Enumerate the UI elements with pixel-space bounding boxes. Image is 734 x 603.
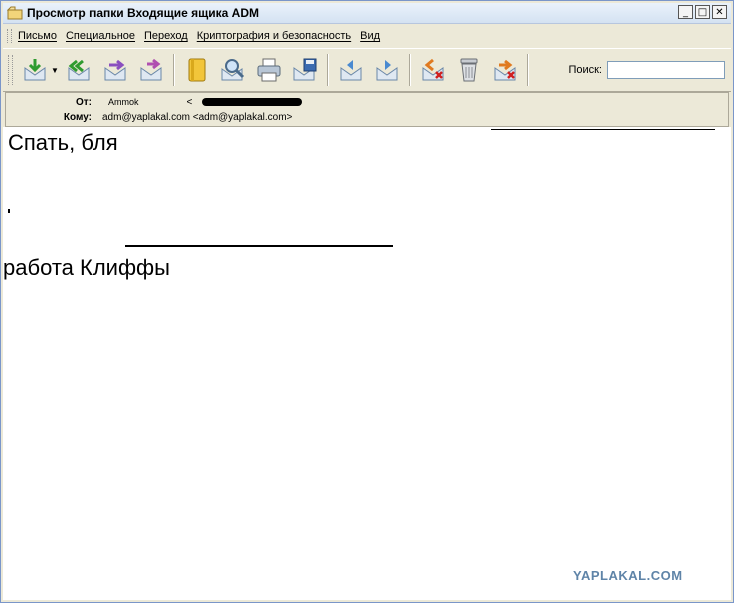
forward-inline-button[interactable]: [135, 54, 167, 86]
close-button[interactable]: ✕: [712, 5, 727, 19]
redacted-address: [202, 98, 303, 106]
folder-icon: [7, 6, 23, 20]
search-box: Поиск:: [568, 61, 725, 79]
from-address-bracket: <: [186, 96, 193, 108]
from-row: От: Ammok <: [6, 95, 303, 109]
divider-line: [491, 129, 715, 130]
maximize-button[interactable]: □: [695, 5, 710, 19]
message-headers: От: Ammok < Кому: adm@yaplakal.com <adm@…: [5, 92, 729, 127]
save-button[interactable]: [289, 54, 321, 86]
message-body[interactable]: Спать, бля работа Клиффы YAPLAKAL.COM: [3, 127, 731, 600]
mail-window: Просмотр папки Входящие ящика ADM _ □ ✕ …: [0, 0, 734, 603]
divider-line: [125, 245, 393, 247]
delete-junk-button[interactable]: [489, 54, 521, 86]
menu-special[interactable]: Специальное: [66, 30, 135, 42]
window-title: Просмотр папки Входящие ящика ADM: [27, 6, 260, 20]
toolbar-grip[interactable]: [8, 55, 13, 85]
to-value[interactable]: adm@yaplakal.com <adm@yaplakal.com>: [102, 112, 292, 123]
from-name[interactable]: Ammok: [108, 97, 139, 107]
find-button[interactable]: [217, 54, 249, 86]
save-icon: [293, 58, 317, 81]
toolbar-separator: [172, 54, 175, 86]
watermark: YAPLAKAL.COM: [573, 568, 683, 583]
delete-message-icon: [422, 58, 444, 81]
reply-all-icon: [68, 59, 90, 81]
reply-all-button[interactable]: [63, 54, 95, 86]
message-line-1: Спать, бля: [8, 130, 118, 155]
menu-letter[interactable]: Письмо: [18, 30, 57, 42]
print-button[interactable]: [253, 54, 285, 86]
search-label: Поиск:: [568, 64, 602, 76]
move-up-button[interactable]: [335, 54, 367, 86]
menu-crypto[interactable]: Криптография и безопасность: [197, 30, 351, 42]
forward-button[interactable]: [99, 54, 131, 86]
toolbar-separator: [408, 54, 411, 86]
toolbar: ▼ Поиск:: [3, 48, 731, 92]
from-label: От:: [75, 96, 92, 108]
menu-bar: Письмо Специальное Переход Криптография …: [3, 25, 731, 47]
forward-icon: [104, 59, 126, 81]
trash-button[interactable]: [453, 54, 485, 86]
forward-inline-icon: [140, 58, 162, 81]
menu-grip[interactable]: [7, 29, 12, 43]
title-bar[interactable]: Просмотр папки Входящие ящика ADM _ □ ✕: [3, 3, 731, 24]
get-mail-icon: [24, 59, 46, 81]
get-mail-button[interactable]: [19, 54, 51, 86]
toolbar-separator: [326, 54, 329, 86]
menu-view[interactable]: Вид: [360, 30, 380, 42]
delete-junk-icon: [494, 59, 516, 81]
divider-tick: [8, 209, 10, 213]
search-input[interactable]: [607, 61, 725, 79]
get-mail-dropdown-icon[interactable]: ▼: [51, 66, 59, 75]
move-up-icon: [340, 60, 362, 81]
move-down-button[interactable]: [371, 54, 403, 86]
address-book-button[interactable]: [181, 54, 213, 86]
print-icon: [257, 58, 281, 82]
message-line-2: работа Клиффы: [3, 255, 170, 280]
move-down-icon: [376, 60, 398, 81]
trash-icon: [460, 58, 478, 82]
minimize-button[interactable]: _: [678, 5, 693, 19]
menu-go[interactable]: Переход: [144, 30, 188, 42]
to-label: Кому:: [63, 111, 92, 123]
toolbar-separator: [526, 54, 529, 86]
delete-message-button[interactable]: [417, 54, 449, 86]
address-book-icon: [188, 58, 206, 82]
to-row: Кому: adm@yaplakal.com <adm@yaplakal.com…: [6, 110, 293, 124]
find-icon: [221, 59, 244, 81]
